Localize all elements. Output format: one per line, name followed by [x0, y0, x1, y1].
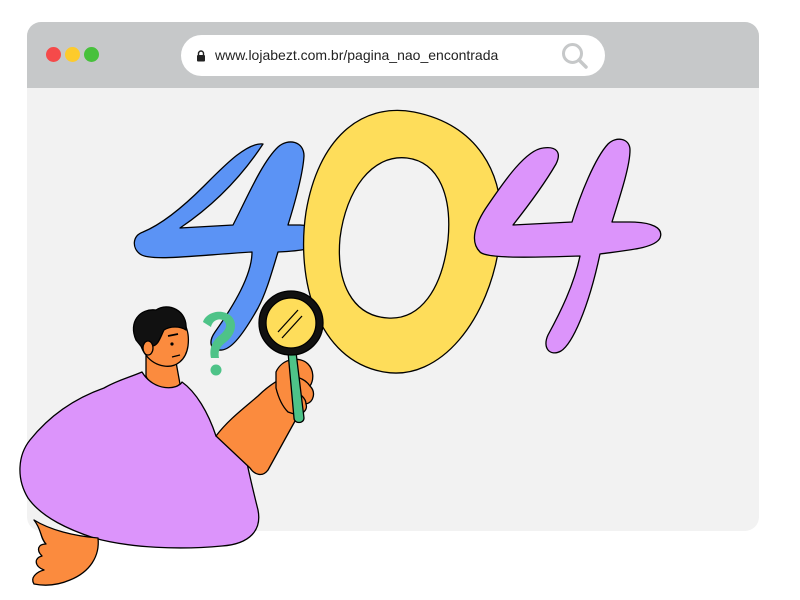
shirt — [19, 371, 260, 549]
magnifier-lens — [265, 297, 317, 349]
error-404-illustration — [19, 109, 662, 586]
error-code-404 — [133, 109, 662, 374]
digit-4-right — [473, 138, 662, 354]
page: www.lojabezt.com.br/pagina_nao_encontrad… — [0, 0, 800, 600]
ear — [142, 340, 154, 356]
digit-0 — [302, 109, 502, 374]
person-character — [19, 306, 315, 586]
